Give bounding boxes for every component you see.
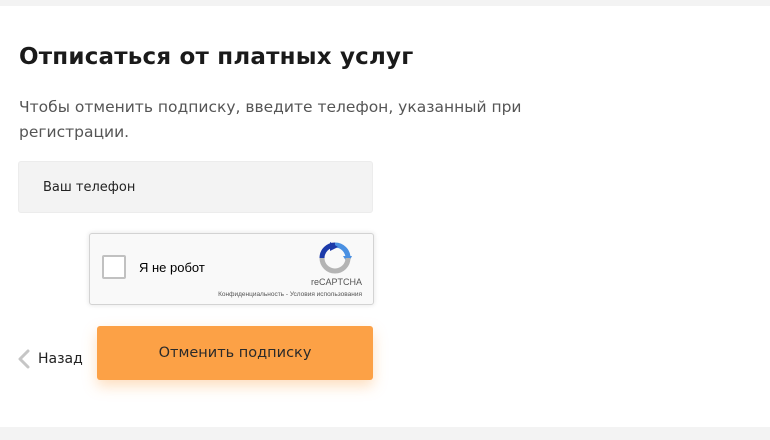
privacy-link[interactable]: Конфиденциальность: [218, 291, 284, 298]
recaptcha-label: Я не робот: [139, 260, 205, 275]
recaptcha-links: Конфиденциальность - Условия использован…: [218, 291, 362, 298]
unsubscribe-card: Отписаться от платных услуг Чтобы отмени…: [0, 6, 770, 427]
recaptcha-widget: Я не робот reCAPTCHA Конфиденциальность …: [89, 233, 374, 305]
cancel-subscription-button[interactable]: Отменить подписку: [97, 326, 373, 380]
recaptcha-checkbox[interactable]: [102, 255, 126, 279]
recaptcha-logo-icon: [319, 242, 352, 274]
terms-link[interactable]: Условия использования: [290, 291, 362, 298]
chevron-left-icon: [18, 349, 30, 369]
back-label: Назад: [38, 351, 83, 367]
recaptcha-brand: reCAPTCHA: [310, 277, 362, 287]
page-description: Чтобы отменить подписку, введите телефон…: [19, 98, 522, 141]
back-link[interactable]: Назад: [17, 342, 83, 376]
page-title: Отписаться от платных услуг: [19, 44, 414, 70]
phone-input[interactable]: [18, 161, 373, 213]
